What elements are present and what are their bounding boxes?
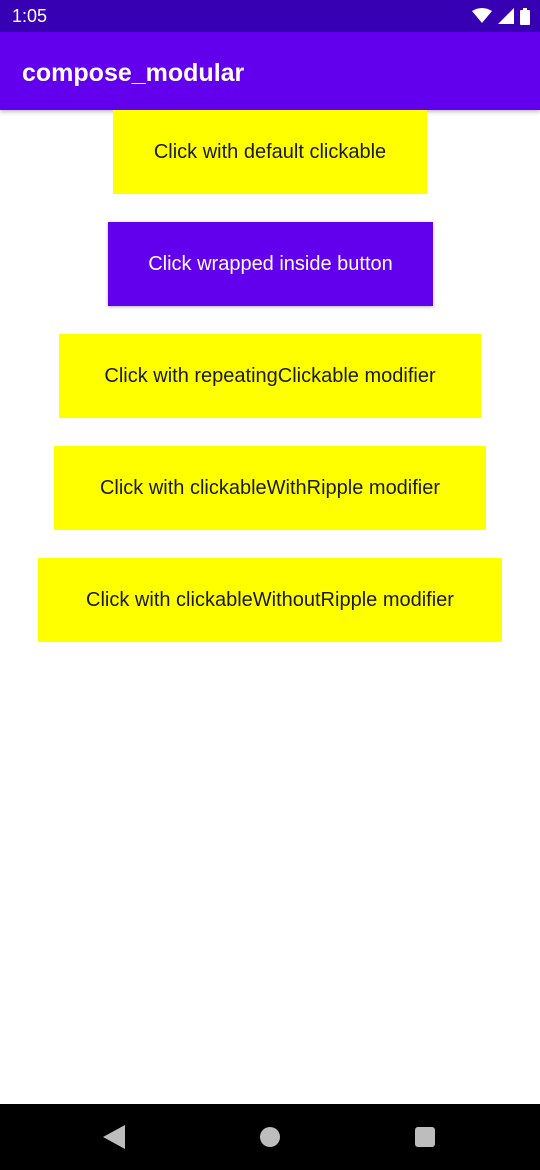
app-title: compose_modular — [22, 59, 245, 87]
navigation-bar — [0, 1104, 540, 1170]
default-clickable-label: Click with default clickable — [153, 140, 387, 163]
clickable-with-ripple-label: Click with clickableWithRipple modifier — [99, 476, 441, 499]
status-bar: 1:05 — [0, 0, 540, 32]
back-icon[interactable] — [101, 1124, 127, 1150]
wifi-icon — [472, 8, 492, 24]
clickable-with-ripple-button[interactable]: Click with clickableWithRipple modifier — [54, 446, 486, 530]
clickable-without-ripple-button[interactable]: Click with clickableWithoutRipple modifi… — [38, 558, 502, 642]
repeating-clickable-label: Click with repeatingClickable modifier — [104, 364, 436, 387]
clickable-without-ripple-label: Click with clickableWithoutRipple modifi… — [86, 588, 454, 611]
status-time: 1:05 — [12, 6, 48, 26]
home-icon[interactable] — [257, 1124, 283, 1150]
recents-icon[interactable] — [412, 1124, 438, 1150]
status-icons — [472, 6, 530, 26]
signal-icon — [498, 8, 514, 24]
app-bar: compose_modular — [0, 32, 540, 110]
battery-icon — [520, 7, 530, 25]
wrapped-inside-button-label: Click wrapped inside button — [148, 252, 393, 275]
wrapped-inside-button[interactable]: Click wrapped inside button — [108, 222, 433, 306]
default-clickable-button[interactable]: Click with default clickable — [113, 110, 427, 194]
repeating-clickable-button[interactable]: Click with repeatingClickable modifier — [59, 334, 481, 418]
